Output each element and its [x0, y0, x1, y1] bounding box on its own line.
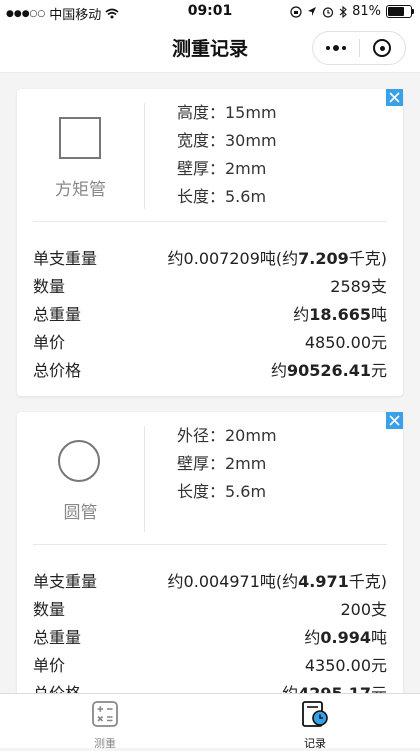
tab-label: 测重 [94, 737, 116, 750]
row-value: 4350.00元 [304, 656, 387, 675]
spec-item: 壁厚：2mm [177, 454, 267, 473]
detail-row-total-price: 总价格 约4295.17元 [33, 680, 387, 693]
card-divider [33, 544, 387, 545]
row-value: 约0.007209吨(约7.209千克) [167, 249, 387, 268]
row-label: 单价 [33, 333, 66, 352]
spec-list: 高度：15mm 宽度：30mm 壁厚：2mm 长度：5.6m [177, 99, 277, 211]
detail-row-quantity: 数量 2589支 [33, 273, 387, 301]
row-value: 约0.004971吨(约4.971千克) [167, 572, 387, 591]
rotation-lock-icon [290, 5, 302, 18]
row-label: 总重量 [33, 628, 82, 647]
row-value: 约0.994吨 [304, 628, 387, 647]
card-divider [33, 221, 387, 222]
tab-label: 记录 [304, 737, 326, 750]
detail-row-unit-weight: 单支重量 约0.007209吨(约7.209千克) [33, 245, 387, 273]
more-button[interactable] [313, 32, 359, 64]
shape-panel: 圆管 [17, 426, 145, 532]
detail-row-unit-weight: 单支重量 约0.004971吨(约4.971千克) [33, 568, 387, 596]
detail-row-total-weight: 总重量 约18.665吨 [33, 301, 387, 329]
shape-panel: 方矩管 [17, 103, 145, 209]
row-label: 单价 [33, 656, 66, 675]
row-label: 单支重量 [33, 249, 98, 268]
row-value: 4850.00元 [304, 333, 387, 352]
detail-row-total-price: 总价格 约90526.41元 [33, 357, 387, 385]
record-card: 圆管 外径：20mm 壁厚：2mm 长度：5.6m 单支重量 约0.004971… [17, 412, 403, 693]
mini-program-capsule [312, 31, 406, 65]
record-card: 方矩管 高度：15mm 宽度：30mm 壁厚：2mm 长度：5.6m 单支重量 … [17, 89, 403, 396]
shape-name: 方矩管 [55, 180, 106, 200]
detail-row-unit-price: 单价 4350.00元 [33, 652, 387, 680]
row-value: 约90526.41元 [270, 361, 387, 380]
battery-percent: 81% [352, 4, 381, 19]
spec-item: 长度：5.6m [177, 187, 267, 206]
target-icon [373, 39, 392, 57]
spec-item: 宽度：30mm [177, 131, 277, 150]
tab-measure[interactable]: 测重 [75, 700, 135, 751]
row-value: 2589支 [330, 277, 387, 296]
shape-name: 圆管 [63, 503, 98, 523]
detail-row-quantity: 数量 200支 [33, 596, 387, 624]
square-icon [59, 117, 101, 159]
more-dots-icon [325, 45, 346, 51]
row-value: 约4295.17元 [282, 680, 387, 693]
detail-row-total-weight: 总重量 约0.994吨 [33, 624, 387, 652]
row-label: 总重量 [33, 305, 82, 324]
spec-item: 高度：15mm [177, 103, 277, 122]
row-label: 数量 [33, 277, 66, 296]
calculator-icon [92, 701, 118, 727]
spec-item: 长度：5.6m [177, 482, 267, 501]
detail-row-unit-price: 单价 4850.00元 [33, 329, 387, 357]
row-label: 总价格 [33, 680, 81, 693]
spec-item: 外径：20mm [177, 426, 277, 445]
nav-bar: 测重记录 [0, 24, 420, 73]
row-label: 总价格 [33, 361, 82, 380]
records-list[interactable]: 方矩管 高度：15mm 宽度：30mm 壁厚：2mm 长度：5.6m 单支重量 … [0, 73, 420, 693]
circle-icon [58, 440, 100, 482]
bluetooth-icon [339, 5, 347, 18]
record-clock-icon [302, 701, 328, 727]
spec-item: 壁厚：2mm [177, 159, 267, 178]
battery-icon [386, 5, 414, 18]
row-label: 数量 [33, 600, 66, 619]
tab-bar: 测重 记录 [0, 693, 420, 751]
close-mini-program-button[interactable] [360, 32, 406, 64]
alarm-icon [322, 6, 334, 18]
row-value: 约18.665吨 [293, 305, 387, 324]
location-icon [308, 7, 317, 16]
status-bar: ●●●○○ 中国移动 09:01 81% [0, 0, 420, 24]
row-value: 200支 [340, 600, 387, 619]
tab-records[interactable]: 记录 [285, 700, 345, 751]
spec-list: 外径：20mm 壁厚：2mm 长度：5.6m [177, 422, 277, 506]
row-label: 单支重量 [33, 572, 98, 591]
